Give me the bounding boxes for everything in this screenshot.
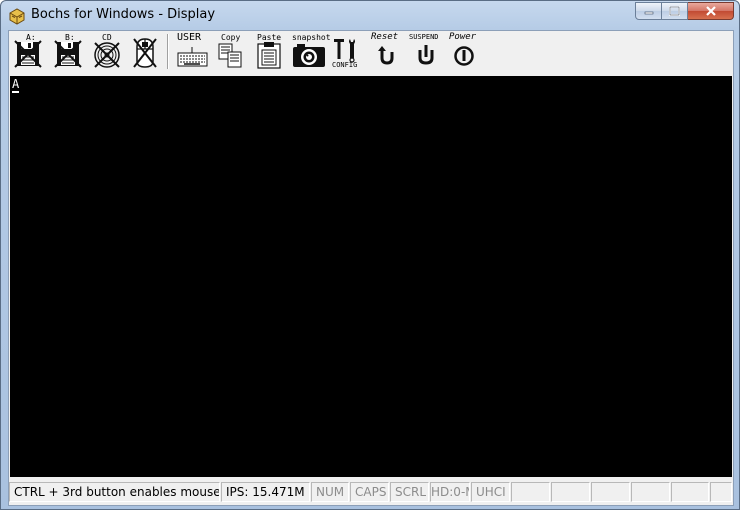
floppy-b-button[interactable]: B:	[53, 33, 83, 71]
bochs-app-icon[interactable]	[8, 7, 26, 25]
status-bar: CTRL + 3rd button enables mouse IPS: 15.…	[9, 479, 733, 505]
status-slot	[671, 482, 709, 502]
status-slot	[631, 482, 670, 502]
size-grip[interactable]	[710, 482, 732, 502]
user-button[interactable]: USER	[175, 33, 209, 71]
copy-button[interactable]: Copy	[217, 33, 245, 71]
mouse-toggle-button[interactable]	[129, 33, 161, 71]
display-text: A	[12, 77, 20, 93]
status-caps-lock: CAPS	[350, 482, 389, 502]
maximize-icon	[669, 6, 680, 16]
copy-icon	[218, 43, 242, 68]
power-icon	[454, 46, 474, 66]
reset-button[interactable]: Reset	[371, 33, 403, 71]
suspend-icon	[418, 45, 434, 65]
minimize-button[interactable]	[635, 2, 662, 20]
status-num-lock: NUM	[311, 482, 349, 502]
close-button[interactable]	[688, 2, 734, 20]
keyboard-icon	[177, 47, 208, 67]
cdrom-icon	[94, 42, 120, 68]
config-button[interactable]: CONFIG	[331, 33, 363, 71]
power-button[interactable]: Power	[449, 33, 481, 71]
cdrom-button[interactable]: CD	[91, 33, 123, 71]
client-area: A: B: CD USER Copy Paste snapshot CONFIG…	[8, 30, 734, 506]
status-slot	[511, 482, 550, 502]
mouse-icon	[133, 38, 157, 68]
paste-button[interactable]: Paste	[255, 33, 283, 71]
status-uhci: UHCI	[471, 482, 510, 502]
snapshot-button[interactable]: snapshot	[291, 33, 331, 71]
status-mouse-hint: CTRL + 3rd button enables mouse	[9, 482, 220, 502]
status-ips: IPS: 15.471M	[221, 482, 310, 502]
status-scroll-lock: SCRL	[390, 482, 429, 502]
floppy-disk-icon	[14, 40, 42, 68]
close-icon	[705, 6, 716, 16]
reset-icon	[378, 46, 394, 65]
config-label: CONFIG	[332, 61, 358, 69]
toolbar: A: B: CD USER Copy Paste snapshot CONFIG…	[9, 31, 733, 74]
bochs-window: Bochs for Windows - Display A: B: CD USE…	[0, 0, 740, 510]
camera-icon	[293, 44, 325, 67]
title-bar[interactable]: Bochs for Windows - Display	[1, 1, 739, 31]
clipboard-icon	[257, 42, 281, 69]
floppy-a-button[interactable]: A:	[13, 33, 43, 71]
window-controls	[635, 2, 734, 21]
toolbar-separator	[167, 34, 169, 69]
status-slot	[591, 482, 630, 502]
minimize-icon	[644, 11, 653, 15]
maximize-button[interactable]	[662, 2, 688, 20]
window-title: Bochs for Windows - Display	[31, 7, 216, 22]
floppy-disk-icon	[54, 40, 82, 68]
emulator-display[interactable]: A	[10, 76, 732, 477]
status-slot	[551, 482, 590, 502]
suspend-button[interactable]: SUSPEND	[409, 33, 443, 71]
status-hd-activity: HD:0-M	[430, 482, 470, 502]
